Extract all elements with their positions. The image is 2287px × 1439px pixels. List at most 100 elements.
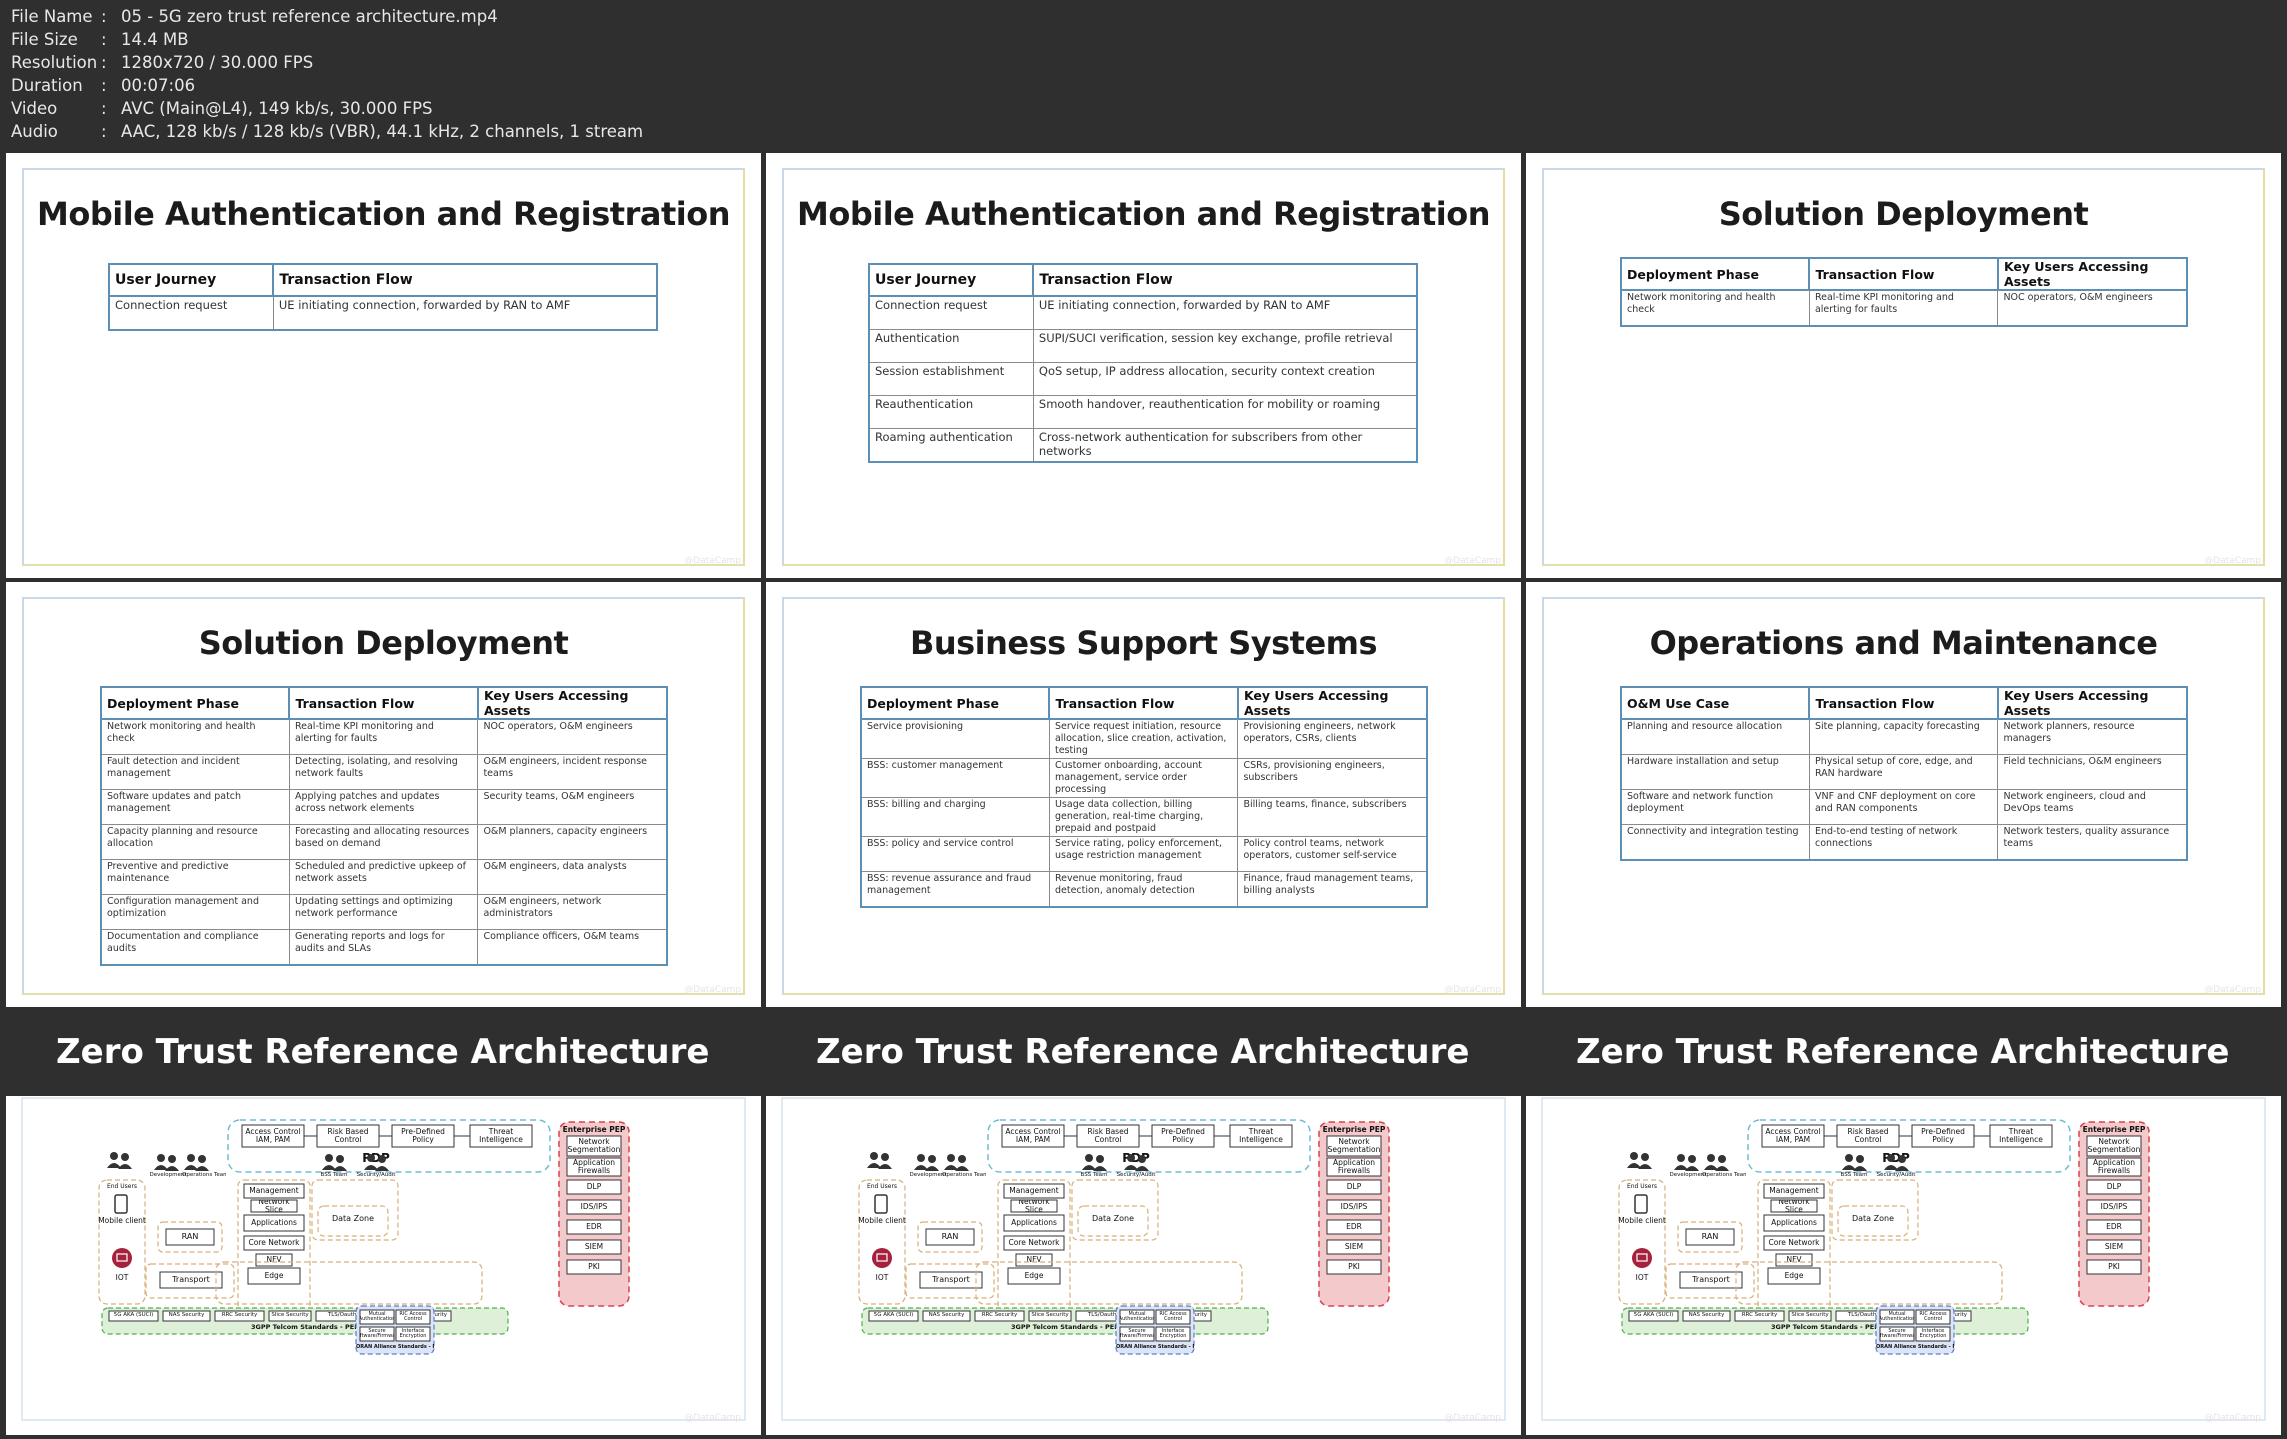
table-cell: Network monitoring and health check: [101, 719, 290, 755]
table: Deployment Phase Transaction Flow Key User…: [1620, 257, 2189, 327]
core-item: Edge: [1784, 1271, 1804, 1281]
table-cell: UE initiating connection, forwarded by R…: [1033, 296, 1418, 330]
pdp-label: PDP: [1882, 1151, 1910, 1165]
table-cell: NOC operators, O&M engineers: [477, 719, 668, 755]
column-header: Key Users Accessing Assets: [1997, 258, 2189, 291]
table-cell: Physical setup of core, edge, and RAN ha…: [1809, 754, 1999, 790]
standard-item: Slice Security: [1791, 1312, 1829, 1319]
thumbnail-2[interactable]: Mobile Authentication and Registration U…: [766, 153, 1521, 578]
core-item: NFV: [1026, 1255, 1042, 1265]
core-item: Network Slice: [1778, 1200, 1810, 1212]
standards-caption: 3GPP Telcom Standards - PEP: [1771, 1323, 1879, 1331]
watermark: @DataCamp: [2204, 556, 2261, 566]
development-team-icon: [1674, 1154, 1699, 1171]
iot-icon: [872, 1248, 892, 1268]
end-users-icon: [107, 1152, 132, 1169]
slide-title: Mobile Authentication and Registration: [796, 195, 1491, 233]
meta-colon: :: [101, 122, 107, 141]
table-cell: Connection request: [869, 296, 1034, 330]
iot-label: IOT: [115, 1273, 129, 1282]
thumbnail-3[interactable]: Solution Deployment Deployment Phase Tran…: [1526, 153, 2281, 578]
thumbnail-5[interactable]: Business Support Systems Deployment Phas…: [766, 582, 1521, 1007]
standard-item: 5G AKA (SUCI): [873, 1312, 914, 1319]
table-cell: Configuration management and optimizatio…: [101, 894, 290, 930]
meta-label: Audio: [11, 122, 58, 141]
core-item: Core Network: [1768, 1238, 1820, 1248]
table-cell: Software and network function deployment: [1621, 789, 1810, 825]
table-cell: Updating settings and optimizing network…: [289, 894, 479, 930]
mobile-client-label: Mobile client: [98, 1216, 146, 1225]
table-row: Connection request UE initiating connecti…: [869, 296, 1418, 330]
slide-title: Business Support Systems: [909, 624, 1378, 662]
file-info-header: File Name:05 - 5G zero trust reference a…: [0, 0, 2287, 148]
watermark: @DataCamp: [1444, 1413, 1501, 1423]
standard-item: Slice Security: [1031, 1312, 1069, 1319]
transport-box: Transport: [932, 1274, 970, 1284]
table-cell: Fault detection and incident management: [101, 754, 290, 790]
thumbnail-8[interactable]: Zero Trust Reference Architecture Access …: [766, 1010, 1521, 1435]
thumbnail-1[interactable]: Mobile Authentication and Registration U…: [6, 153, 761, 578]
table-cell: Connectivity and integration testing: [1621, 824, 1810, 861]
table-header-row: Deployment Phase Transaction Flow Key User…: [861, 687, 1429, 720]
table-header-row: Deployment Phase Transaction Flow Key User…: [1621, 258, 2189, 291]
meta-value: AAC, 128 kb/s / 128 kb/s (VBR), 44.1 kHz…: [121, 122, 644, 141]
oran-item: Secure Software/Firmware: [360, 1327, 394, 1339]
watermark: @DataCamp: [2204, 985, 2261, 995]
slide-title: Zero Trust Reference Architecture: [56, 1032, 710, 1072]
pep-item: DLP: [1346, 1182, 1362, 1192]
meta-colon: :: [101, 99, 107, 118]
meta-colon: :: [101, 30, 107, 49]
core-item: NFV: [266, 1255, 282, 1265]
pdp-label: PDP: [1122, 1151, 1150, 1165]
slide-header-bar: Zero Trust Reference Architecture: [766, 1010, 1521, 1096]
pep-item: SIEM: [584, 1242, 604, 1252]
table-cell: O&M engineers, network administrators: [477, 894, 668, 930]
pdp-item: Risk Based Control: [1087, 1127, 1129, 1144]
table-cell: Detecting, isolating, and resolving netw…: [289, 754, 479, 790]
table-row: BSS: billing and charging Usage data coll…: [861, 797, 1428, 837]
mobile-client-label: Mobile client: [1618, 1216, 1666, 1225]
table-cell: Session establishment: [869, 362, 1034, 396]
table-cell: BSS: customer management: [861, 758, 1050, 798]
oran-caption: ORAN Alliance Standards - PEP: [356, 1344, 434, 1350]
core-item: Edge: [264, 1271, 284, 1281]
team-label: Operations Team: [942, 1172, 986, 1178]
watermark: @DataCamp: [1444, 985, 1501, 995]
table-cell: Cross-network authentication for subscri…: [1033, 428, 1418, 463]
pdp-item: Threat Intelligence: [479, 1127, 523, 1144]
thumbnail-9[interactable]: Zero Trust Reference Architecture Access …: [1526, 1010, 2281, 1435]
oran-item: RIC Access Control: [1159, 1310, 1187, 1322]
ran-box: RAN: [941, 1231, 959, 1241]
table-row: Authentication SUPI/SUCI verification, se…: [869, 329, 1418, 363]
oran-item: RIC Access Control: [399, 1310, 427, 1322]
thumbnail-4[interactable]: Solution Deployment Deployment Phase Tran…: [6, 582, 761, 1007]
table-cell: Network monitoring and health check: [1621, 290, 1810, 327]
pep-item: PKI: [588, 1262, 600, 1272]
table-cell: O&M engineers, data analysts: [477, 859, 668, 895]
thumbnail-6[interactable]: Operations and Maintenance O&M Use Case T…: [1526, 582, 2281, 1007]
table-row: Session establishment QoS setup, IP addre…: [869, 362, 1418, 396]
pep-item: PKI: [2108, 1262, 2120, 1272]
column-header: Transaction Flow: [1809, 687, 1999, 720]
team-label: BSS Team: [320, 1172, 348, 1178]
meta-colon: :: [101, 53, 107, 72]
table-header-row: O&M Use Case Transaction Flow Key Users Ac…: [1621, 687, 2189, 720]
table-cell: BSS: billing and charging: [861, 797, 1050, 837]
pep-item: IDS/IPS: [2100, 1202, 2128, 1212]
iot-label: IOT: [875, 1273, 889, 1282]
thumbnail-7[interactable]: Zero Trust Reference Architecture Access …: [6, 1010, 761, 1435]
meta-label: Duration: [11, 76, 83, 95]
watermark: @DataCamp: [2204, 1413, 2261, 1423]
pep-item: DLP: [2106, 1182, 2122, 1192]
core-item: Core Network: [248, 1238, 300, 1248]
table-row: BSS: policy and service control Service r…: [861, 836, 1428, 872]
pep-item: Application Firewalls: [2093, 1158, 2135, 1175]
meta-label: File Name: [11, 7, 93, 26]
table-cell: Reauthentication: [869, 395, 1034, 429]
watermark: @DataCamp: [684, 985, 741, 995]
pdp-item: Risk Based Control: [1847, 1127, 1889, 1144]
mobile-phone-icon: [114, 1194, 128, 1214]
table-row: Roaming authentication Cross-network auth…: [869, 428, 1418, 463]
table-cell: Site planning, capacity forecasting: [1809, 719, 1999, 755]
oran-item: Secure Software/Firmware: [1880, 1327, 1914, 1339]
